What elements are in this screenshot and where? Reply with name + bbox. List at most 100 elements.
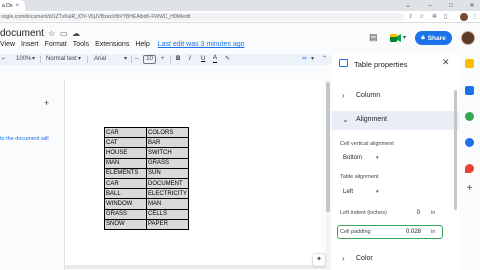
browser-profile-avatar[interactable] xyxy=(460,13,468,21)
add-summary-icon[interactable]: + xyxy=(44,98,49,108)
table-cell[interactable]: CAT xyxy=(104,137,147,149)
document-title[interactable]: document xyxy=(0,28,44,39)
paint-format-icon[interactable]: ⌐ xyxy=(2,54,6,65)
font-size-input[interactable]: 10 xyxy=(143,55,156,64)
cell-padding-input[interactable]: 0.028 xyxy=(385,226,425,238)
font-select[interactable]: Arial xyxy=(94,54,106,65)
document-page[interactable] xyxy=(64,80,322,270)
left-indent-input[interactable]: 0 xyxy=(384,207,424,219)
browser-tab[interactable]: a Do × xyxy=(0,0,26,11)
cloud-saved-icon: ☁ xyxy=(72,29,80,38)
table-cell[interactable]: ELEMENTS xyxy=(104,167,147,179)
menu-tools[interactable]: Tools xyxy=(73,41,89,51)
menu-insert[interactable]: Insert xyxy=(21,41,39,51)
window-close-button[interactable]: ✕ xyxy=(465,0,479,11)
menu-help[interactable]: Help xyxy=(135,41,149,51)
table-cell[interactable]: BAR xyxy=(145,137,190,149)
section-column[interactable]: › Column xyxy=(332,87,459,106)
menu-bar: View Insert Format Tools Extensions Help… xyxy=(0,41,245,51)
maps-icon[interactable] xyxy=(465,164,474,173)
table-row: MAN GRASS xyxy=(104,157,190,169)
table-cell[interactable]: HOUSE xyxy=(104,147,147,159)
table-cell[interactable]: ELECTRICITY xyxy=(145,188,190,200)
table-cell[interactable]: SWITCH xyxy=(145,147,190,159)
table-cell[interactable]: CAR xyxy=(104,126,147,139)
tasks-icon[interactable] xyxy=(465,112,474,121)
outline-hint: to the document will xyxy=(0,136,49,142)
contacts-icon[interactable] xyxy=(465,138,474,147)
bold-button[interactable]: B xyxy=(176,54,180,65)
share-button[interactable]: 🔒︎ Share xyxy=(415,31,452,45)
tab-close-icon[interactable]: × xyxy=(16,3,20,9)
bookmark-star-icon[interactable]: ☆ xyxy=(419,12,424,22)
table-row: HOUSE SWITCH xyxy=(104,147,190,159)
underline-button[interactable]: U xyxy=(201,54,205,65)
calendar-icon[interactable] xyxy=(465,86,474,95)
formatting-toolbar: ⌐ 100% ▾ Normal text ▾ Arial ▾ – 10 + B … xyxy=(0,54,332,65)
account-avatar[interactable] xyxy=(461,31,475,45)
address-bar[interactable]: oogle.com/document/d/1ZTxKaiR_lOV-V6jJVB… xyxy=(0,13,404,21)
meet-chevron-icon[interactable]: ▾ xyxy=(403,34,406,41)
share-page-icon[interactable]: ⇪ xyxy=(408,12,413,22)
dropdown-caret-icon: ▾ xyxy=(376,155,379,161)
extensions-icon[interactable]: ✲ xyxy=(432,12,437,22)
table-cell[interactable]: DOCUMENT xyxy=(145,177,190,190)
left-indent-label: Left indent (inches) xyxy=(340,210,387,216)
menu-view[interactable]: View xyxy=(0,41,15,51)
section-alignment[interactable]: ⌄ Alignment xyxy=(332,111,459,130)
table-cell[interactable]: CAR xyxy=(104,177,147,190)
table-cell[interactable]: BALL xyxy=(104,188,147,200)
ruler[interactable] xyxy=(64,67,332,75)
editing-mode-pencil-icon[interactable]: ✏ xyxy=(302,54,307,65)
sidepanel-icon[interactable]: ▯ xyxy=(444,12,447,22)
comments-icon[interactable]: ▤ xyxy=(369,32,378,43)
table-row: SNOW PAPER xyxy=(104,218,190,230)
keep-icon[interactable] xyxy=(465,59,474,68)
table-cell[interactable]: COLORS xyxy=(145,126,190,139)
section-alignment-label: Alignment xyxy=(356,116,388,123)
last-edit-link[interactable]: Last edit was 3 minutes ago xyxy=(158,41,245,51)
table-cell[interactable]: PAPER xyxy=(145,218,190,230)
cell-vertical-alignment-select[interactable]: Bottom ▾ xyxy=(340,152,386,165)
document-horizontal-scrollbar[interactable] xyxy=(64,265,326,269)
chevron-down-icon: ⌄ xyxy=(342,115,349,124)
increase-font-size-button[interactable]: + xyxy=(161,54,165,65)
menu-format[interactable]: Format xyxy=(45,41,67,51)
panel-scrollbar[interactable] xyxy=(454,90,457,210)
table-cell[interactable]: GRASS xyxy=(104,208,147,220)
italic-button[interactable]: I xyxy=(189,54,191,65)
collapse-menus-icon[interactable]: ⌃ xyxy=(322,54,327,65)
tab-search-chevron-icon[interactable]: ⌄ xyxy=(401,0,415,11)
highlight-color-icon[interactable]: ✎ xyxy=(225,54,230,65)
menu-extensions[interactable]: Extensions xyxy=(95,41,129,51)
section-column-label: Column xyxy=(356,92,381,99)
meet-icon[interactable] xyxy=(390,34,401,42)
maximize-button[interactable]: □ xyxy=(444,0,458,11)
table-cell[interactable]: GRASS xyxy=(145,157,190,169)
table-row: GRASS CELLS xyxy=(104,208,190,220)
zoom-select[interactable]: 100% xyxy=(16,54,31,65)
table-cell[interactable]: SUN xyxy=(145,167,190,179)
document-scrollbar-thumb[interactable] xyxy=(326,82,330,212)
minimize-button[interactable]: – xyxy=(423,0,437,11)
add-addon-icon[interactable]: + xyxy=(465,184,474,194)
table-cell[interactable]: WINDOW xyxy=(104,198,147,210)
move-folder-icon[interactable]: ▭ xyxy=(60,29,68,38)
table-cell[interactable]: SNOW xyxy=(104,218,147,230)
share-label: Share xyxy=(427,34,446,42)
table-alignment-select[interactable]: Left ▾ xyxy=(340,186,386,199)
style-select[interactable]: Normal text xyxy=(46,54,77,65)
close-icon[interactable]: ✕ xyxy=(442,57,450,68)
text-color-button[interactable]: A xyxy=(213,54,218,63)
cell-vertical-alignment-label: Cell vertical alignment xyxy=(340,141,394,147)
document-table[interactable]: CAR COLORS CAT BAR HOUSE SWITCH MAN GRASS ELEMEN… xyxy=(104,126,190,230)
star-icon[interactable]: ☆ xyxy=(48,29,55,38)
table-row: ELEMENTS SUN xyxy=(104,167,190,179)
explore-icon[interactable]: ✦ xyxy=(313,254,325,266)
section-color[interactable]: › Color xyxy=(332,250,459,269)
table-cell[interactable]: MAN xyxy=(104,157,147,169)
decrease-font-size-button[interactable]: – xyxy=(135,54,138,65)
browser-menu-icon[interactable]: ⋮ xyxy=(472,12,478,22)
table-cell[interactable]: CELLS xyxy=(145,208,190,220)
table-cell[interactable]: MAN xyxy=(145,198,190,210)
